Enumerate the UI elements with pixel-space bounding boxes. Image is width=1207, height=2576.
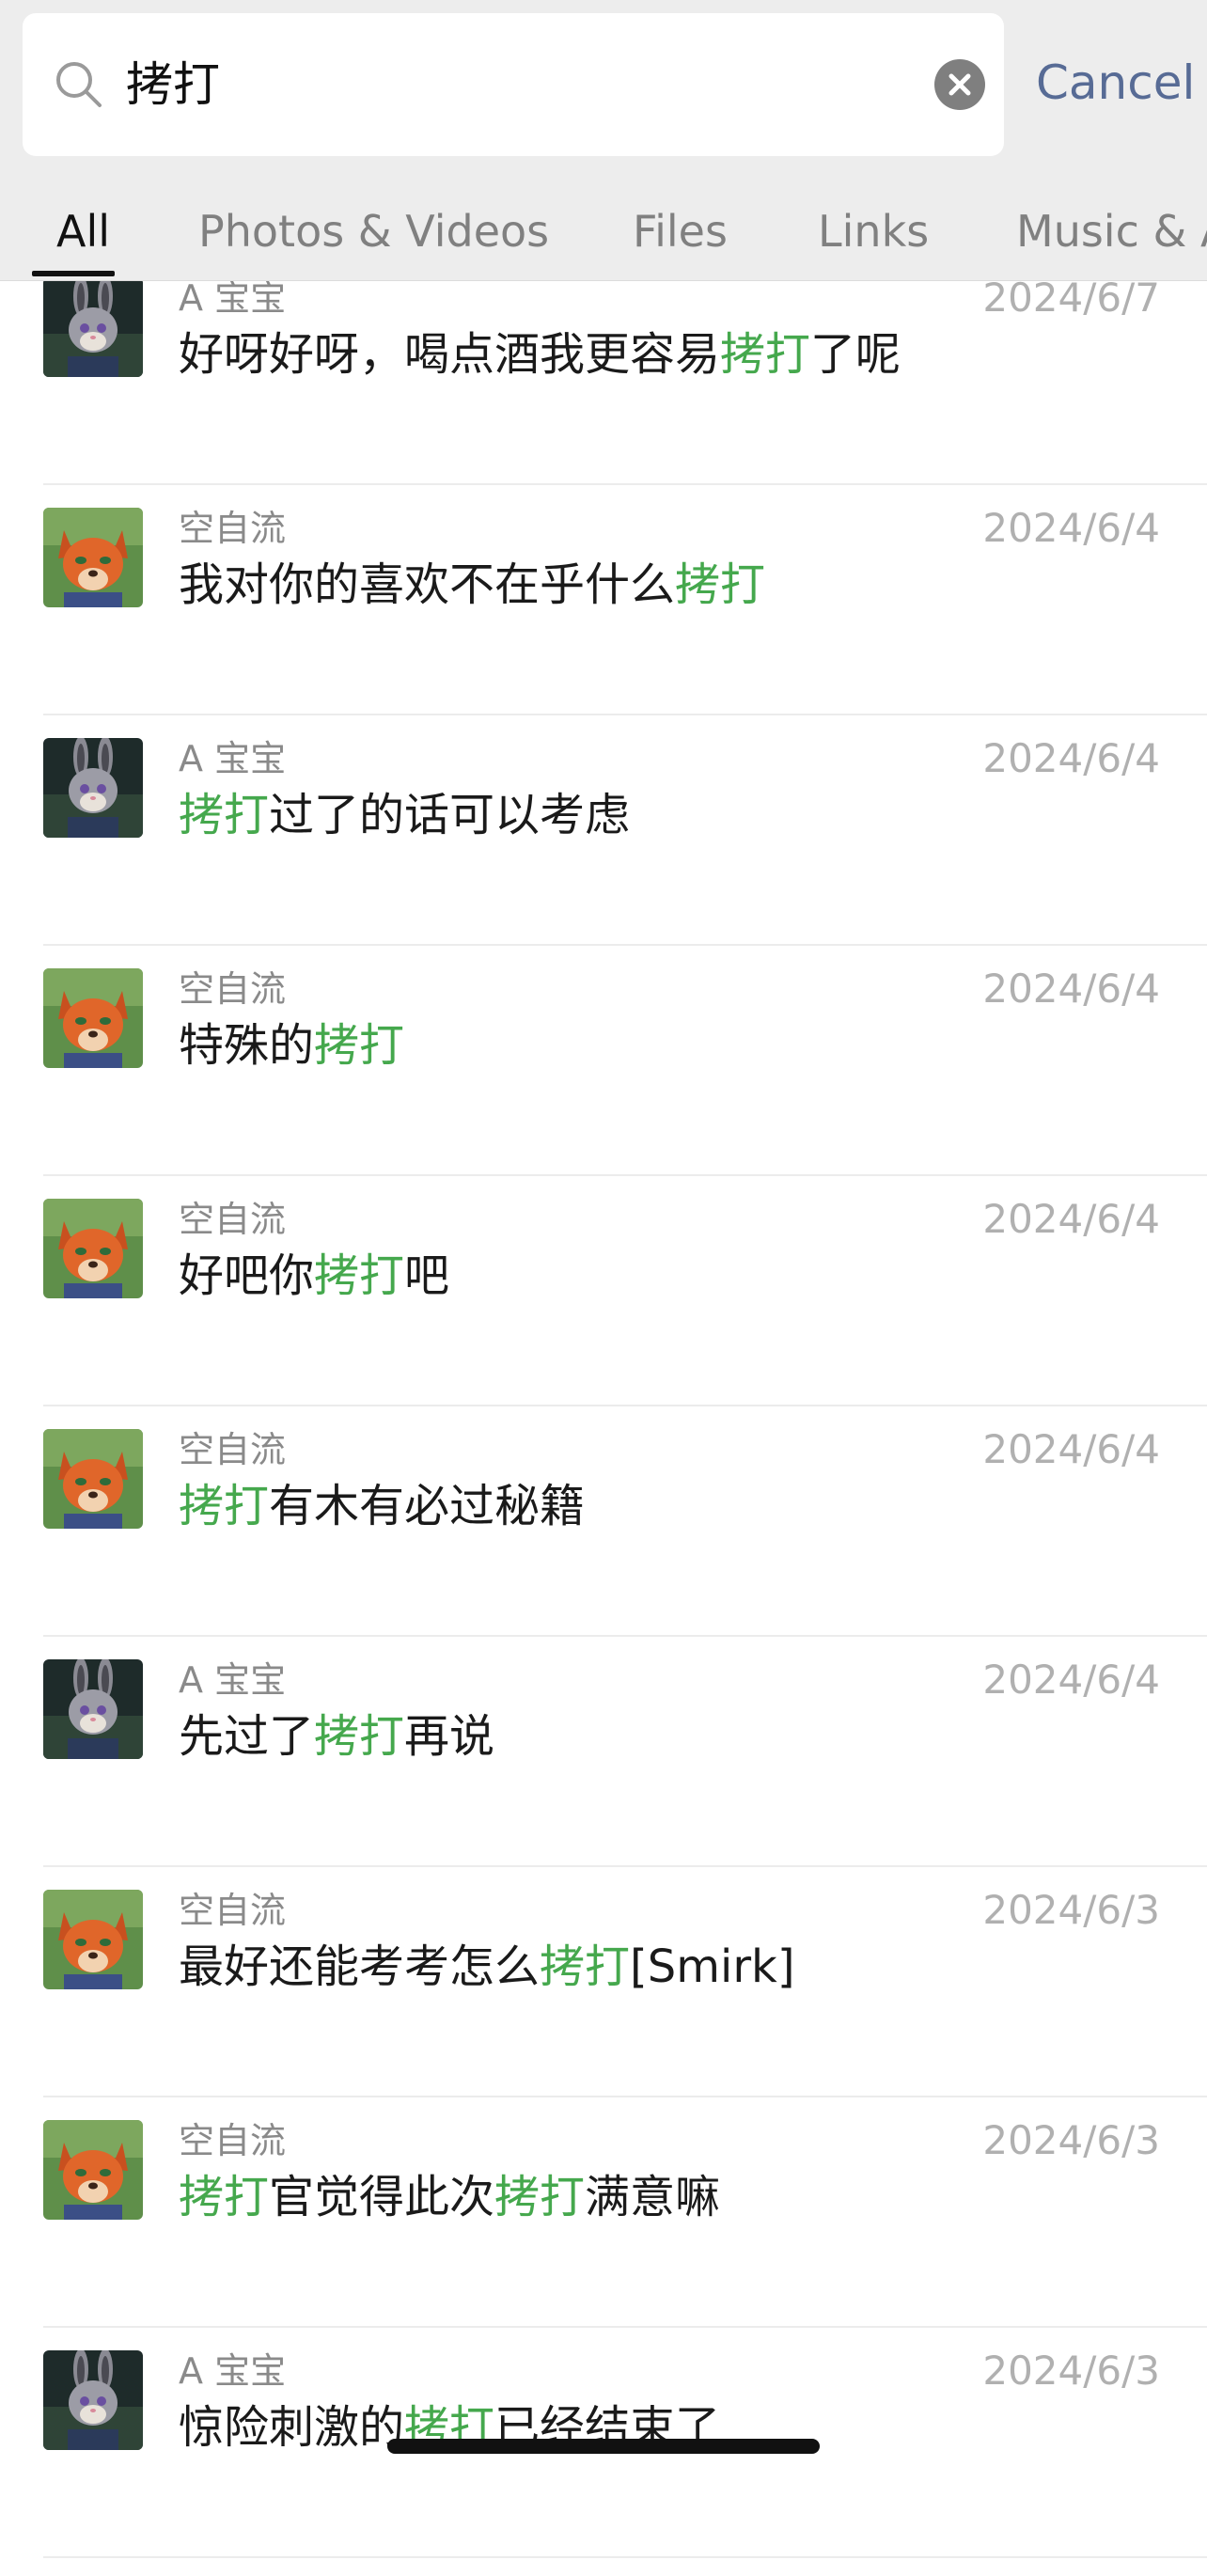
message-snippet: 先过了拷打再说: [179, 1704, 494, 1769]
highlighted-keyword: 拷打: [720, 328, 811, 381]
result-row[interactable]: 空自流 2024/6/3 最好还能考考怎么拷打[Smirk]: [0, 1885, 1207, 2115]
message-snippet: 拷打官觉得此次拷打满意嘛: [179, 2164, 720, 2230]
search-category-tabs: All Photos & Videos Files Links Music & …: [0, 188, 1207, 280]
fox-avatar: [43, 508, 143, 607]
message-snippet: 最好还能考考怎么拷打[Smirk]: [179, 1934, 795, 2000]
result-row[interactable]: A 宝宝 2024/6/3 惊险刺激的拷打已经结束了: [0, 2346, 1207, 2576]
message-text: 我对你的喜欢不在乎什么: [179, 558, 676, 611]
highlighted-keyword: 拷打: [494, 2171, 586, 2223]
result-row[interactable]: 空自流 2024/6/4 特殊的拷打: [0, 964, 1207, 1194]
rabbit-avatar: [43, 2350, 143, 2450]
message-date: 2024/6/3: [982, 1887, 1160, 1933]
sender-name: 空自流: [179, 968, 287, 1010]
message-snippet: 我对你的喜欢不在乎什么拷打: [179, 552, 765, 618]
search-header: 拷打 Cancel All Photos & Videos Files Link…: [0, 0, 1207, 281]
search-input[interactable]: 拷打: [23, 13, 1004, 156]
row-divider: [43, 944, 1207, 946]
row-divider: [43, 483, 1207, 485]
result-row[interactable]: 空自流 2024/6/4 拷打有木有必过秘籍: [0, 1424, 1207, 1655]
cancel-button[interactable]: Cancel: [1036, 49, 1195, 117]
message-text: 好呀好呀，喝点酒我更容易: [179, 328, 721, 381]
message-date: 2024/6/4: [982, 966, 1160, 1012]
message-snippet: 拷打有木有必过秘籍: [179, 1473, 585, 1539]
message-text: 过了的话可以考虑: [269, 789, 631, 841]
rabbit-avatar: [43, 277, 143, 377]
fox-avatar: [43, 1429, 143, 1529]
message-snippet: 特殊的拷打: [179, 1013, 404, 1078]
fox-avatar: [43, 1890, 143, 1989]
message-date: 2024/6/4: [982, 1657, 1160, 1703]
message-text: [Smirk]: [630, 1940, 795, 1993]
sender-name: A 宝宝: [179, 1659, 287, 1701]
result-row[interactable]: A 宝宝 2024/6/4 先过了拷打再说: [0, 1655, 1207, 1885]
highlighted-keyword: 拷打: [314, 1249, 405, 1302]
fox-avatar: [43, 1199, 143, 1298]
message-text: 特殊的: [179, 1019, 315, 1072]
message-text: 官觉得此次: [269, 2171, 495, 2223]
sender-name: A 宝宝: [179, 738, 287, 779]
rabbit-avatar: [43, 738, 143, 838]
highlighted-keyword: 拷打: [540, 1940, 631, 1993]
message-snippet: 好呀好呀，喝点酒我更容易拷打了呢: [179, 322, 901, 387]
row-divider: [43, 1635, 1207, 1637]
result-row[interactable]: A 宝宝 2024/6/7 好呀好呀，喝点酒我更容易拷打了呢: [0, 273, 1207, 503]
message-date: 2024/6/4: [982, 735, 1160, 781]
search-icon: [51, 56, 107, 113]
message-date: 2024/6/3: [982, 2117, 1160, 2163]
message-snippet: 好吧你拷打吧: [179, 1243, 449, 1309]
message-text: 吧: [404, 1249, 450, 1302]
clear-search-icon[interactable]: [934, 59, 985, 110]
row-divider: [43, 2326, 1207, 2328]
row-divider: [43, 1405, 1207, 1406]
sender-name: 空自流: [179, 1429, 287, 1470]
result-row[interactable]: A 宝宝 2024/6/4 拷打过了的话可以考虑: [0, 733, 1207, 964]
row-divider: [43, 1174, 1207, 1176]
highlighted-keyword: 拷打: [179, 789, 270, 841]
tab-photos-videos[interactable]: Photos & Videos: [198, 201, 549, 261]
highlighted-keyword: 拷打: [179, 2171, 270, 2223]
message-date: 2024/6/3: [982, 2348, 1160, 2394]
tab-links[interactable]: Links: [818, 201, 929, 261]
sender-name: 空自流: [179, 1199, 287, 1240]
highlighted-keyword: 拷打: [675, 558, 766, 611]
search-query[interactable]: 拷打: [126, 51, 220, 118]
message-text: 最好还能考考怎么: [179, 1940, 541, 1993]
highlighted-keyword: 拷打: [179, 1480, 270, 1532]
message-date: 2024/6/4: [982, 1426, 1160, 1472]
message-text: 再说: [404, 1710, 495, 1763]
active-tab-indicator: [32, 271, 115, 276]
result-row[interactable]: 空自流 2024/6/3 拷打官觉得此次拷打满意嘛: [0, 2115, 1207, 2346]
highlighted-keyword: 拷打: [314, 1019, 405, 1072]
sender-name: 空自流: [179, 2120, 287, 2161]
sender-name: A 宝宝: [179, 2350, 287, 2392]
rabbit-avatar: [43, 1659, 143, 1759]
result-row[interactable]: 空自流 2024/6/4 好吧你拷打吧: [0, 1194, 1207, 1424]
tab-files[interactable]: Files: [633, 201, 728, 261]
row-divider: [43, 714, 1207, 715]
sender-name: 空自流: [179, 1890, 287, 1931]
highlighted-keyword: 拷打: [314, 1710, 405, 1763]
home-indicator: [387, 2439, 820, 2454]
row-divider: [43, 2096, 1207, 2097]
fox-avatar: [43, 968, 143, 1068]
message-text: 惊险刺激的: [179, 2401, 405, 2454]
sender-name: 空自流: [179, 508, 287, 549]
message-text: 有木有必过秘籍: [269, 1480, 586, 1532]
message-text: 了呢: [810, 328, 901, 381]
message-text: 先过了: [179, 1710, 315, 1763]
message-snippet: 拷打过了的话可以考虑: [179, 782, 630, 848]
row-divider: [43, 1865, 1207, 1867]
row-divider: [43, 2556, 1207, 2558]
tab-all[interactable]: All: [56, 201, 110, 261]
message-date: 2024/6/4: [982, 505, 1160, 551]
message-text: 好吧你: [179, 1249, 315, 1302]
message-text: 满意嘛: [585, 2171, 721, 2223]
message-date: 2024/6/4: [982, 1196, 1160, 1242]
fox-avatar: [43, 2120, 143, 2220]
tab-music[interactable]: Music & A: [1016, 201, 1207, 261]
result-row[interactable]: 空自流 2024/6/4 我对你的喜欢不在乎什么拷打: [0, 503, 1207, 733]
